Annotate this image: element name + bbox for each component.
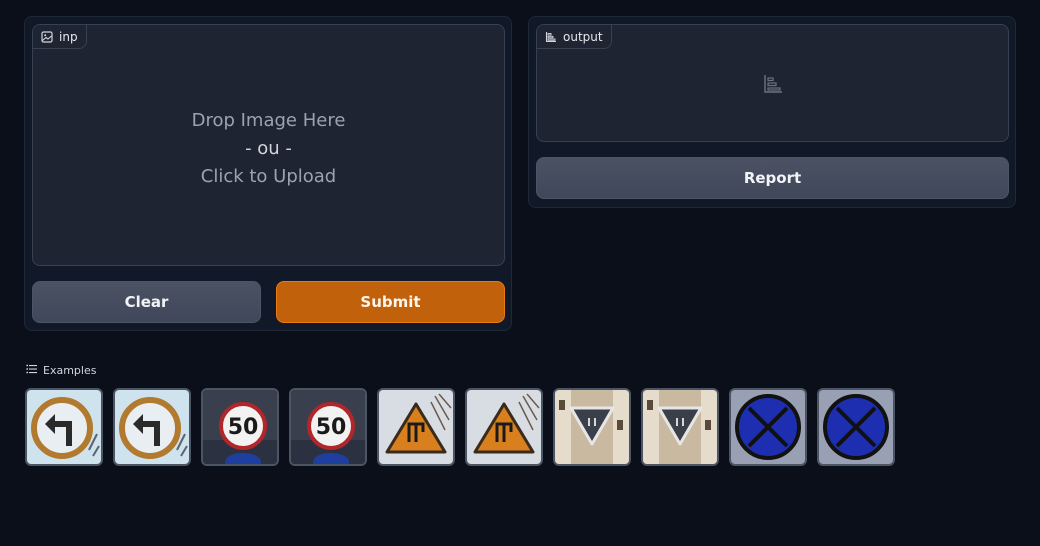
example-thumbnail[interactable]: 50: [289, 388, 367, 466]
or-text: - ou -: [245, 138, 292, 159]
yield-sign-icon: [643, 390, 717, 464]
image-upload-area[interactable]: inp Drop Image Here - ou - Click to Uplo…: [32, 24, 505, 266]
examples-header: Examples: [26, 364, 96, 377]
clear-button[interactable]: Clear: [32, 281, 261, 323]
example-thumbnail[interactable]: [817, 388, 895, 466]
speed-limit-sign-icon: 50: [203, 390, 277, 464]
example-thumbnail[interactable]: [25, 388, 103, 466]
warning-sign-icon: [379, 390, 453, 464]
output-area: output: [536, 24, 1009, 142]
example-thumbnail[interactable]: [377, 388, 455, 466]
svg-text:50: 50: [228, 415, 259, 440]
input-label-text: inp: [59, 29, 78, 44]
example-thumbnail[interactable]: [113, 388, 191, 466]
drop-image-text: Drop Image Here: [191, 110, 346, 131]
examples-label-text: Examples: [43, 364, 97, 377]
speed-limit-sign-icon: 50: [291, 390, 365, 464]
example-thumbnail[interactable]: [729, 388, 807, 466]
warning-sign-icon: [467, 390, 541, 464]
example-thumbnail[interactable]: [553, 388, 631, 466]
upload-instructions: Drop Image Here - ou - Click to Upload: [33, 107, 504, 191]
left-turn-sign-icon: [115, 390, 189, 464]
left-turn-sign-icon: [27, 390, 101, 464]
example-thumbnail[interactable]: [465, 388, 543, 466]
input-block-label: inp: [33, 25, 87, 49]
bar-chart-icon: [545, 31, 557, 43]
image-icon: [41, 30, 53, 43]
list-icon: [26, 364, 37, 377]
no-stopping-sign-icon: [819, 390, 893, 464]
click-upload-text: Click to Upload: [200, 166, 337, 187]
output-panel: output Report: [528, 16, 1016, 208]
output-label-text: output: [563, 29, 603, 44]
input-panel: inp Drop Image Here - ou - Click to Uplo…: [24, 16, 512, 331]
example-thumbnail[interactable]: 50: [201, 388, 279, 466]
no-stopping-sign-icon: [731, 390, 805, 464]
submit-button[interactable]: Submit: [276, 281, 505, 323]
example-thumbnail[interactable]: [641, 388, 719, 466]
output-block-label: output: [537, 25, 612, 49]
svg-text:50: 50: [316, 415, 347, 440]
report-button[interactable]: Report: [536, 157, 1009, 199]
yield-sign-icon: [555, 390, 629, 464]
empty-output-chart-icon: [763, 74, 783, 98]
